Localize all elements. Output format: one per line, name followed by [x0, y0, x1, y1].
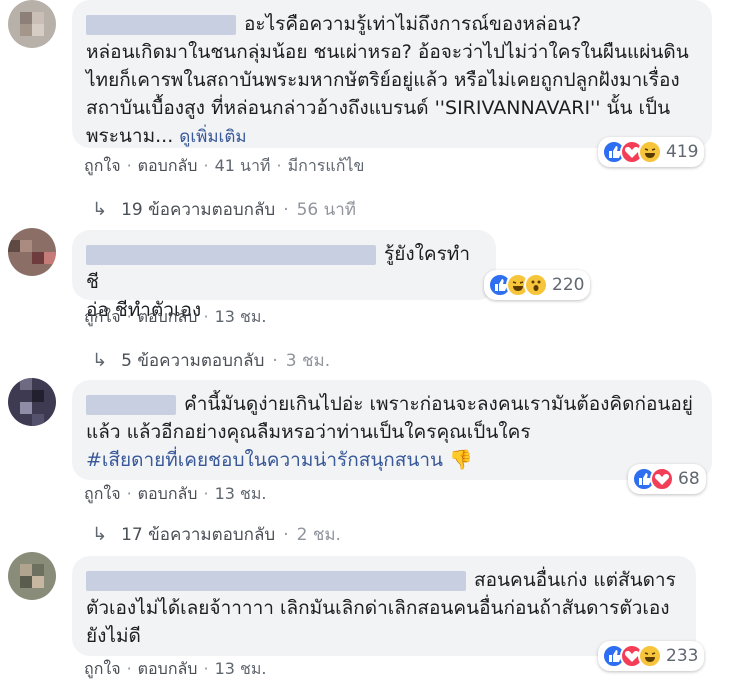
reply-link[interactable]: ตอบกลับ	[138, 484, 198, 503]
view-replies-link[interactable]: ↳ 19 ข้อความตอบกลับ · 56 นาที	[92, 196, 356, 223]
timestamp[interactable]: 13 ชม.	[215, 307, 267, 326]
separator-dot: ·	[276, 156, 282, 175]
view-replies-link[interactable]: ↳ 5 ข้อความตอบกลับ · 3 ชม.	[92, 347, 330, 374]
replies-time: 2 ชม.	[296, 525, 341, 545]
reaction-count: 419	[666, 142, 699, 162]
replies-count-label[interactable]: 5 ข้อความตอบกลับ	[121, 347, 264, 374]
reply-arrow-icon: ↳	[92, 524, 108, 545]
reaction-summary[interactable]: 233	[598, 641, 705, 671]
comment-text: สอนคนอื่นเก่ง แต่สันดารตัวเองไม่ได้เลยจ้…	[86, 569, 676, 647]
reply-arrow-icon: ↳	[92, 199, 108, 220]
comment-actions: ถูกใจ · ตอบกลับ · 41 นาที · มีการแก้ไข	[84, 154, 364, 179]
timestamp[interactable]: 13 ชม.	[215, 659, 267, 678]
comment-text: คำนี้มันดูง่ายเกินไปอ่ะ เพราะก่อนจะลงคนเ…	[86, 393, 693, 471]
timestamp[interactable]: 13 ชม.	[215, 484, 267, 503]
separator-dot: ·	[126, 307, 132, 326]
avatar[interactable]	[8, 552, 56, 600]
reaction-count: 220	[552, 275, 585, 295]
reaction-count: 68	[678, 469, 700, 489]
separator-dot: ·	[126, 659, 132, 678]
reply-link[interactable]: ตอบกลับ	[138, 156, 198, 175]
like-link[interactable]: ถูกใจ	[84, 307, 121, 326]
separator-dot: ·	[272, 350, 278, 371]
like-link[interactable]: ถูกใจ	[84, 156, 121, 175]
like-link[interactable]: ถูกใจ	[84, 659, 121, 678]
author-name-blurred[interactable]	[86, 570, 466, 591]
reaction-summary[interactable]: 419	[598, 137, 705, 167]
wow-reaction-icon	[524, 273, 548, 297]
separator-dot: ·	[203, 307, 209, 326]
reaction-summary[interactable]: 68	[628, 464, 706, 494]
edited-label[interactable]: มีการแก้ไข	[288, 156, 365, 175]
love-reaction-icon	[650, 467, 674, 491]
separator-dot: ·	[283, 199, 289, 220]
separator-dot: ·	[203, 156, 209, 175]
separator-dot: ·	[203, 484, 209, 503]
comment-text: อะไรคือความรู้เท่าไม่ถึงการณ์ของหล่อน? ห…	[86, 13, 689, 147]
replies-time: 3 ชม.	[285, 351, 331, 371]
comment-actions: ถูกใจ · ตอบกลับ · 13 ชม.	[84, 305, 267, 330]
comment-bubble: รู้ยังใครทำชี อ่อ ชีทำตัวเอง	[72, 230, 496, 321]
replies-count-label[interactable]: 19 ข้อความตอบกลับ	[121, 196, 275, 223]
hashtag-link[interactable]: #เสียดายที่เคยชอบในความน่ารักสนุกสนาน	[86, 449, 443, 471]
author-name-blurred[interactable]	[86, 14, 236, 35]
see-more-link[interactable]: ดูเพิ่มเติม	[179, 127, 246, 147]
reply-arrow-icon: ↳	[92, 350, 108, 371]
reaction-count: 233	[666, 646, 699, 666]
reply-link[interactable]: ตอบกลับ	[138, 659, 198, 678]
haha-reaction-icon	[638, 140, 662, 164]
replies-time: 56 นาที	[296, 200, 357, 220]
comment-bubble: อะไรคือความรู้เท่าไม่ถึงการณ์ของหล่อน? ห…	[72, 0, 712, 148]
comment-actions: ถูกใจ · ตอบกลับ · 13 ชม.	[84, 657, 267, 682]
separator-dot: ·	[126, 484, 132, 503]
comment-actions: ถูกใจ · ตอบกลับ · 13 ชม.	[84, 482, 267, 507]
separator-dot: ·	[203, 659, 209, 678]
thumbs-down-icon: 👎	[449, 449, 473, 471]
author-name-blurred[interactable]	[86, 244, 376, 265]
separator-dot: ·	[283, 524, 289, 545]
avatar[interactable]	[8, 0, 56, 48]
view-replies-link[interactable]: ↳ 17 ข้อความตอบกลับ · 2 ชม.	[92, 521, 341, 548]
comment-bubble: คำนี้มันดูง่ายเกินไปอ่ะ เพราะก่อนจะลงคนเ…	[72, 380, 712, 480]
haha-reaction-icon	[638, 644, 662, 668]
author-name-blurred[interactable]	[86, 394, 176, 415]
avatar[interactable]	[8, 378, 56, 426]
separator-dot: ·	[126, 156, 132, 175]
timestamp[interactable]: 41 นาที	[215, 156, 271, 175]
like-link[interactable]: ถูกใจ	[84, 484, 121, 503]
avatar[interactable]	[8, 228, 56, 276]
comment-bubble: สอนคนอื่นเก่ง แต่สันดารตัวเองไม่ได้เลยจ้…	[72, 556, 696, 656]
reply-link[interactable]: ตอบกลับ	[138, 307, 198, 326]
replies-count-label[interactable]: 17 ข้อความตอบกลับ	[121, 521, 275, 548]
reaction-summary[interactable]: 220	[484, 270, 591, 300]
